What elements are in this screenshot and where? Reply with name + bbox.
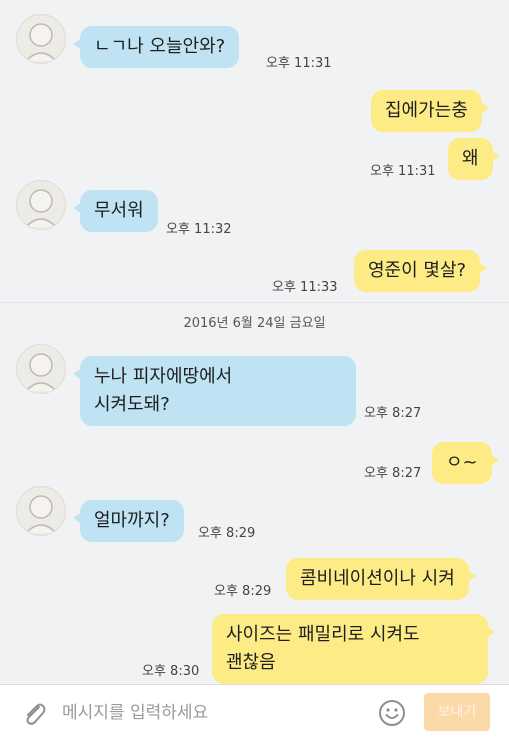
message-time: 오후 8:30 xyxy=(142,664,200,679)
message-input-bar: 보내기 xyxy=(0,684,509,739)
message-text: 콤비네이션이나 시켜 xyxy=(300,568,455,589)
message-text-line: 시켜도돼? xyxy=(94,394,170,415)
message-bubble-outgoing[interactable]: 집에가는충 xyxy=(371,90,489,132)
profile-icon xyxy=(25,353,57,392)
message-bubble-incoming[interactable]: ㄴㄱ나 오늘안와? xyxy=(72,26,240,68)
message-text: ㄴㄱ나 오늘안와? xyxy=(94,36,226,57)
message-text-line: 괜찮음 xyxy=(226,652,276,673)
message-bubble-incoming[interactable]: 누나 피자에땅에서 시켜도돼? xyxy=(73,356,356,426)
date-divider xyxy=(0,302,509,303)
message-bubble-outgoing[interactable]: 영준이 몇살? xyxy=(354,250,488,292)
message-input[interactable] xyxy=(62,701,362,725)
message-text: 집에가는충 xyxy=(385,100,468,121)
message-text: ㅇ~ xyxy=(446,452,478,473)
chat-area: ㄴㄱ나 오늘안와? 오후 11:31 집에가는충 왜 오후 11:31 무서워 … xyxy=(0,0,509,684)
message-text: 얼마까지? xyxy=(94,510,170,531)
paperclip-icon[interactable] xyxy=(20,699,48,727)
message-time: 오후 8:29 xyxy=(198,526,256,541)
message-text: 왜 xyxy=(462,148,479,169)
message-time: 오후 11:31 xyxy=(266,56,332,71)
smiley-icon[interactable] xyxy=(378,699,406,727)
message-text-line: 사이즈는 패밀리로 시켜도 xyxy=(226,624,420,645)
message-time: 오후 8:27 xyxy=(364,406,422,421)
message-text-line: 누나 피자에땅에서 xyxy=(94,366,233,387)
message-bubble-incoming[interactable]: 얼마까지? xyxy=(73,500,184,542)
message-time: 오후 11:33 xyxy=(272,280,338,295)
avatar[interactable] xyxy=(16,14,66,64)
message-time: 오후 11:32 xyxy=(166,222,232,237)
message-text: 무서워 xyxy=(94,200,144,221)
profile-icon xyxy=(25,495,57,534)
avatar[interactable] xyxy=(16,486,66,536)
avatar[interactable] xyxy=(16,180,66,230)
message-text: 영준이 몇살? xyxy=(368,260,467,281)
message-bubble-outgoing[interactable]: 사이즈는 패밀리로 시켜도 괜찮음 xyxy=(212,614,495,684)
message-bubble-outgoing[interactable]: 왜 xyxy=(448,138,500,180)
message-time: 오후 8:27 xyxy=(364,466,422,481)
send-button[interactable]: 보내기 xyxy=(424,693,490,731)
profile-icon xyxy=(25,23,57,62)
avatar[interactable] xyxy=(16,344,66,394)
date-separator: 2016년 6월 24일 금요일 xyxy=(183,316,326,331)
profile-icon xyxy=(25,189,57,228)
message-bubble-outgoing[interactable]: 콤비네이션이나 시켜 xyxy=(286,558,476,600)
message-bubble-incoming[interactable]: 무서워 xyxy=(73,190,158,232)
message-time: 오후 8:29 xyxy=(214,584,272,599)
message-time: 오후 11:31 xyxy=(370,164,436,179)
message-bubble-outgoing[interactable]: ㅇ~ xyxy=(432,442,499,484)
